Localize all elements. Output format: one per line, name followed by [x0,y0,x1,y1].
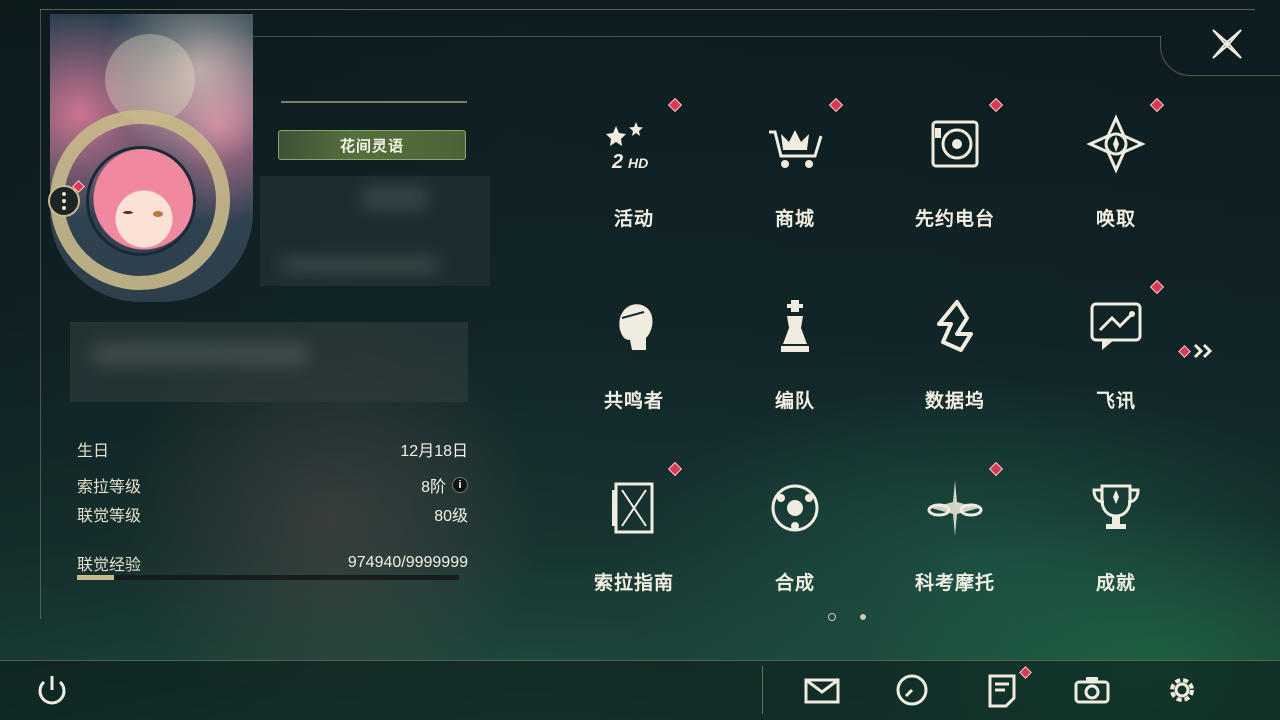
menu-item-messages[interactable]: 飞讯 [1066,279,1166,434]
stat-birthday: 生日 12月18日 [77,437,468,461]
svg-text:2: 2 [611,151,623,173]
menu-item-resonators[interactable]: 共鸣者 [584,284,684,434]
stat-union-exp: 联觉经验 974940/9999999 [77,551,468,575]
notes-icon [988,674,1016,708]
menu-item-label: 活动 [613,209,654,230]
menu-item-convene[interactable]: 唤取 [1066,97,1166,252]
divider [281,101,467,103]
menu-item-synthesis[interactable]: 合成 [745,466,845,616]
page-dot-active[interactable] [828,613,836,621]
compass-star-icon [1086,114,1146,174]
menu-item-label: 飞讯 [1095,391,1136,412]
exp-label: 联觉经验 [77,557,142,574]
camera-icon[interactable] [1072,670,1112,710]
svg-text:HD: HD [628,155,648,171]
menu-item-achievements[interactable]: 成就 [1066,466,1166,616]
frame-line-inner [253,36,1161,37]
close-icon[interactable] [1205,22,1249,66]
clock-icon[interactable] [892,670,932,710]
menu-item-label: 先约电台 [914,209,995,230]
frame-line-left [40,9,41,619]
menu-item-radio[interactable]: 先约电台 [905,97,1005,252]
guide-book-icon [612,482,654,534]
menu-item-label: 索拉指南 [593,573,674,594]
menu-item-label: 成就 [1095,573,1136,594]
menu-item-team[interactable]: 编队 [745,284,845,434]
resonator-head-icon [619,304,653,350]
radio-icon [931,120,979,168]
nameplate-text: 花间灵语 [339,137,404,155]
menu-item-label: 科考摩托 [914,573,995,594]
page-indicator [828,613,866,621]
exp-value: 974940/9999999 [347,554,468,571]
menu-item-label: 数据坞 [924,391,985,412]
stat-label: 索拉等级 [77,479,142,496]
trophy-icon [1092,484,1140,529]
synthesis-icon [771,484,819,532]
stat-label: 生日 [77,443,110,460]
menu-item-guide[interactable]: 索拉指南 [584,461,684,616]
info-icon[interactable]: i [452,477,468,493]
stat-sola-level: 索拉等级 8阶 i [77,473,468,497]
mail-icon[interactable] [802,670,842,710]
motorcycle-icon [927,480,983,536]
frame-line-top [40,9,1255,10]
avatar-eye [153,211,163,217]
blurred-profile-info [260,176,490,286]
stat-value: 8阶 [421,479,446,496]
menu-item-label: 商城 [774,209,815,230]
menu-item-label: 编队 [774,391,815,412]
page-dot[interactable] [860,614,866,620]
bottom-separator [762,666,763,714]
menu-item-shop[interactable]: 商城 [745,97,845,252]
menu-item-label: 合成 [774,573,815,594]
power-icon[interactable] [32,670,72,710]
menu-item-label: 唤取 [1095,209,1136,230]
stat-union-level: 联觉等级 80级 [77,502,468,526]
double-chevron-right-icon [1193,343,1213,359]
exp-progress-fill [77,575,115,580]
event-2hd-icon: 2 HD [606,122,648,173]
shopping-cart-crown-icon [769,130,823,168]
notification-badge [1178,344,1191,358]
settings-gear-icon[interactable] [1162,670,1202,710]
menu-item-label: 共鸣者 [603,391,664,412]
exp-progress-bar [77,575,459,580]
stat-value-group: 8阶 i [421,473,468,497]
nameplate-badge[interactable]: 花间灵语 [278,130,466,160]
blurred-signature [70,322,468,402]
message-chat-icon [1090,302,1142,350]
data-dock-icon [937,300,973,352]
menu-item-event[interactable]: 2 HD 活动 [584,97,684,252]
menu-item-motorcycle[interactable]: 科考摩托 [905,461,1005,616]
avatar[interactable] [86,146,196,256]
chess-piece-icon [781,300,809,352]
stat-value: 12月18日 [400,443,468,460]
menu-item-data-bank[interactable]: 数据坞 [905,284,1005,434]
avatar-eye-wink [123,211,133,214]
stat-value: 80级 [434,508,468,525]
bottom-bar-divider [0,660,1280,661]
notes-button[interactable] [982,666,1032,710]
stat-label: 联觉等级 [77,508,142,525]
next-page-button[interactable] [1178,340,1224,362]
